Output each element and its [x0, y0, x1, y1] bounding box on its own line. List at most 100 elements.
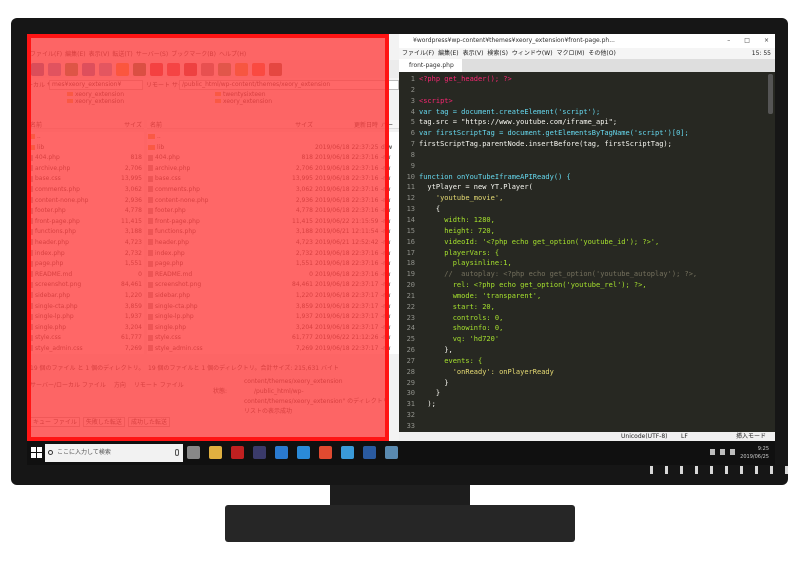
process-queue-icon[interactable]	[133, 62, 146, 76]
monitor-button[interactable]	[785, 466, 788, 474]
tab-failed-transfers[interactable]: 失敗した転送	[82, 417, 125, 427]
queue-column-direction[interactable]: 方向	[114, 381, 126, 391]
column-size[interactable]: サイズ	[285, 120, 315, 129]
minimize-button[interactable]: –	[727, 34, 730, 48]
remote-file-row[interactable]: screenshot.png 84,461 2019/06/18 22:37:17-…	[147, 280, 399, 291]
refresh-icon[interactable]	[116, 62, 129, 76]
queue-icon[interactable]	[99, 62, 112, 76]
message-log-icon[interactable]	[48, 62, 61, 76]
disconnect-icon[interactable]	[167, 62, 180, 76]
local-file-row[interactable]: single-cta.php 3,859	[27, 302, 144, 313]
photos-icon[interactable]	[341, 446, 354, 459]
remote-file-row[interactable]: archive.php 2,706 2019/06/18 22:37:16 -rw	[147, 164, 399, 175]
editor-menu-item[interactable]: マクロ(M)	[557, 48, 585, 59]
remote-file-row[interactable]: sidebar.php 1,220 2019/06/18 22:37:17 -rw	[147, 291, 399, 302]
local-file-row[interactable]: single-lp.php 1,937	[27, 312, 144, 323]
local-file-row[interactable]: footer.php 4,778	[27, 206, 144, 217]
code-area[interactable]: 1 <?php get_header(); ?> 2 3 <script> 4 var ta…	[399, 74, 767, 430]
remote-site-path-input[interactable]: /public_html/wp-content/themes/xeory_ext…	[179, 80, 399, 90]
queue-column-remote[interactable]: リモート ファイル	[134, 381, 184, 391]
remote-file-row[interactable]: footer.php 4,778 2019/06/18 22:37:16 -rw	[147, 206, 399, 217]
monitor-button[interactable]	[680, 466, 683, 474]
remote-file-row[interactable]: ..	[147, 132, 399, 143]
local-file-row[interactable]: front-page.php 11,415	[27, 217, 144, 228]
local-file-row[interactable]: functions.php 3,188	[27, 227, 144, 238]
remote-file-row[interactable]: single-cta.php 3,859 2019/06/18 22:37:17 -r…	[147, 302, 399, 313]
editor-menu-item[interactable]: ファイル(F)	[402, 48, 434, 59]
column-name[interactable]: 名前	[147, 120, 285, 128]
tree-item[interactable]: xeory_extension	[67, 98, 143, 105]
local-file-row[interactable]: comments.php 3,062	[27, 185, 144, 196]
editor-menu-item[interactable]: 検索(S)	[487, 48, 508, 59]
editor-menu-item[interactable]: その他(O)	[588, 48, 615, 59]
monitor-button[interactable]	[740, 466, 743, 474]
windows-start-icon[interactable]	[31, 447, 42, 458]
terminal-icon[interactable]	[253, 446, 266, 459]
editor-menu-item[interactable]: 編集(E)	[438, 48, 458, 59]
queue-column-file[interactable]: サーバー/ローカル ファイル	[30, 381, 106, 391]
remote-tree-icon[interactable]	[82, 62, 95, 76]
remote-file-row[interactable]: content-none.php 2,936 2019/06/18 22:37:16…	[147, 196, 399, 207]
reconnect-icon[interactable]	[184, 62, 197, 76]
encoding-status[interactable]: Unicode(UTF-8)	[621, 432, 668, 441]
monitor-button[interactable]	[725, 466, 728, 474]
local-file-row[interactable]: base.css 13,995	[27, 174, 144, 185]
ime-icon[interactable]	[730, 449, 735, 455]
insert-mode-status[interactable]: 挿入モード	[736, 432, 766, 441]
editor-menu-item[interactable]: 表示(V)	[463, 48, 484, 59]
filter-icon[interactable]	[201, 62, 214, 76]
edge-icon[interactable]	[297, 446, 310, 459]
vertical-scrollbar[interactable]	[768, 74, 773, 114]
file-explorer-icon[interactable]	[209, 446, 222, 459]
ftp-menu-item[interactable]: 転送(T)	[112, 49, 132, 58]
local-file-row[interactable]: screenshot.png 84,461	[27, 280, 144, 291]
monitor-button[interactable]	[650, 466, 653, 474]
compare-icon[interactable]	[218, 62, 231, 76]
column-name[interactable]: 名前	[27, 120, 114, 128]
taskbar-clock[interactable]: 9:25 2019/06/25	[740, 445, 769, 461]
monitor-button[interactable]	[770, 466, 773, 474]
monitor-button[interactable]	[665, 466, 668, 474]
local-file-row[interactable]: README.md 0	[27, 270, 144, 281]
tree-item[interactable]: xeory_extension	[67, 91, 143, 98]
ftp-menu-item[interactable]: ファイル(F)	[30, 49, 62, 58]
maximize-button[interactable]: □	[744, 34, 750, 48]
close-button[interactable]: ×	[764, 34, 769, 48]
ftp-menu-item[interactable]: 編集(E)	[65, 49, 85, 58]
column-permission[interactable]: パー	[381, 120, 399, 129]
column-size[interactable]: サイズ	[114, 120, 144, 129]
local-tree-icon[interactable]	[65, 62, 78, 76]
tab-front-page[interactable]: front-page.php	[399, 59, 462, 72]
chrome-icon[interactable]	[319, 446, 332, 459]
ftp-menu-item[interactable]: 表示(V)	[89, 49, 110, 58]
local-file-row[interactable]: style.css 61,777	[27, 333, 144, 344]
local-file-row[interactable]: header.php 4,723	[27, 238, 144, 249]
editor-menu-item[interactable]: ウィンドウ(W)	[512, 48, 553, 59]
local-file-row[interactable]: single.php 3,204	[27, 323, 144, 334]
local-site-path-input[interactable]: mes¥xeory_extension¥	[49, 80, 143, 90]
column-date[interactable]: 更新日時	[315, 120, 381, 129]
remote-file-row[interactable]: single.php 3,204 2019/06/18 22:37:17 -rw	[147, 323, 399, 334]
taskbar-search-box[interactable]: ここに入力して検索	[45, 444, 183, 462]
remote-desktop-icon[interactable]	[385, 446, 398, 459]
remote-file-row[interactable]: lib 2019/06/18 22:37:25 drw	[147, 143, 399, 154]
tab-successful-transfers[interactable]: 成功した転送	[127, 417, 170, 427]
remote-file-row[interactable]: page.php 1,551 2019/06/18 22:37:16 -rw	[147, 259, 399, 270]
cancel-icon[interactable]	[150, 62, 163, 76]
local-file-row[interactable]: style_admin.css 7,269	[27, 344, 144, 355]
local-file-row[interactable]: archive.php 2,706	[27, 164, 144, 175]
remote-file-row[interactable]: 404.php 818 2019/06/18 22:37:16 -rw	[147, 153, 399, 164]
sync-browse-icon[interactable]	[252, 62, 265, 76]
remote-file-row[interactable]: style.css 61,777 2019/06/22 21:12:26 -rw	[147, 333, 399, 344]
task-view-icon[interactable]	[187, 446, 200, 459]
local-file-row[interactable]: index.php 2,732	[27, 249, 144, 260]
microphone-icon[interactable]	[175, 449, 179, 456]
monitor-button[interactable]	[755, 466, 758, 474]
monitor-button[interactable]	[695, 466, 698, 474]
network-icon[interactable]	[710, 449, 715, 455]
filezilla-icon[interactable]	[231, 446, 244, 459]
remote-file-row[interactable]: header.php 4,723 2019/06/21 12:52:42 -rw	[147, 238, 399, 249]
remote-file-row[interactable]: README.md 0 2019/06/18 22:37:16 -rw	[147, 270, 399, 281]
local-file-row[interactable]: content-none.php 2,936	[27, 196, 144, 207]
find-icon[interactable]	[269, 62, 282, 76]
